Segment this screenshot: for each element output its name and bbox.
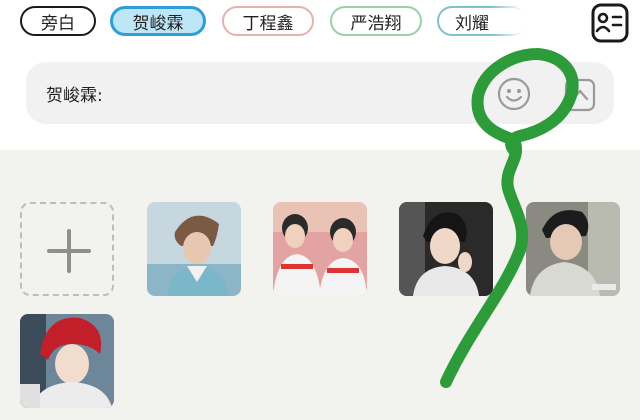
- top-panel: 旁白 贺峻霖 丁程鑫 严浩翔 刘耀 贺峻霖:: [0, 0, 640, 150]
- smiley-icon[interactable]: [496, 76, 532, 112]
- role-chip-narrator[interactable]: 旁白: [20, 6, 96, 36]
- chip-scroll-fade: [492, 0, 560, 44]
- role-chip[interactable]: 严浩翔: [330, 6, 422, 36]
- image-thumbnail[interactable]: [526, 202, 620, 296]
- image-thumbnail[interactable]: [399, 202, 493, 296]
- contact-card-icon[interactable]: [588, 2, 632, 44]
- role-chip-selected[interactable]: 贺峻霖: [110, 6, 206, 36]
- speaker-label: 贺峻霖:: [46, 86, 103, 106]
- image-picker-panel: [0, 150, 640, 420]
- role-chip-bar[interactable]: 旁白 贺峻霖 丁程鑫 严浩翔 刘耀: [0, 0, 560, 48]
- message-input-bar[interactable]: 贺峻霖:: [26, 62, 614, 124]
- add-image-button[interactable]: [20, 202, 114, 296]
- image-thumbnail[interactable]: [147, 202, 241, 296]
- image-thumbnail[interactable]: [20, 314, 114, 408]
- image-thumbnail[interactable]: [273, 202, 367, 296]
- chevron-up-icon[interactable]: [564, 78, 596, 112]
- role-chip[interactable]: 丁程鑫: [222, 6, 314, 36]
